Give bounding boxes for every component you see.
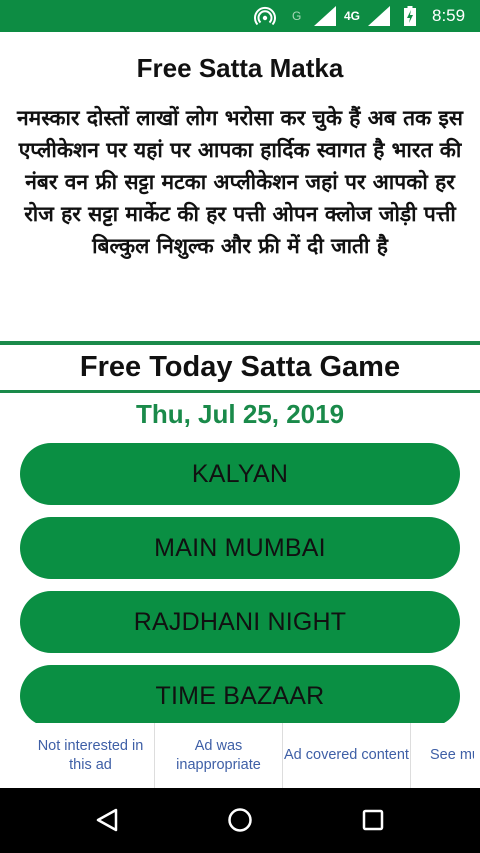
- divider: [0, 341, 480, 345]
- game-button-time-bazaar[interactable]: TIME BAZAAR: [20, 665, 460, 727]
- section-title: Free Today Satta Game: [79, 351, 401, 383]
- signal-icon: [368, 0, 390, 32]
- page-title: Free Satta Matka: [136, 53, 344, 83]
- date-label: Thu, Jul 25, 2019: [135, 399, 345, 429]
- recents-icon[interactable]: [355, 802, 391, 838]
- divider: [0, 390, 480, 393]
- game-button-rajdhani-night[interactable]: RAJDHANI NIGHT: [20, 591, 460, 653]
- back-icon[interactable]: [89, 802, 125, 838]
- ad-option-not-interested[interactable]: Not interested in this ad: [27, 723, 155, 788]
- ad-option-see-multiple[interactable]: See mult: [411, 723, 474, 788]
- status-time: 8:59: [432, 6, 466, 25]
- status-bar: G 4G 8:59: [0, 0, 480, 32]
- home-icon[interactable]: [222, 802, 258, 838]
- signal-icon: [314, 0, 336, 32]
- network-type: 4G: [344, 9, 361, 23]
- ad-option-covered-content[interactable]: Ad covered content: [283, 723, 411, 788]
- ad-feedback-bar: Not interested in this ad Ad was inappro…: [27, 723, 474, 788]
- hotspot-icon: [254, 0, 276, 32]
- game-button-kalyan[interactable]: KALYAN: [20, 443, 460, 505]
- battery-charging-icon: [404, 0, 416, 32]
- network-label: G: [292, 9, 302, 23]
- game-button-main-mumbai[interactable]: MAIN MUMBAI: [20, 517, 460, 579]
- navigation-bar: [0, 788, 480, 853]
- ad-option-inappropriate[interactable]: Ad was inappropriate: [155, 723, 283, 788]
- intro-text: नमस्कार दोस्तों लाखों लोग भरोसा कर चुके …: [16, 106, 463, 258]
